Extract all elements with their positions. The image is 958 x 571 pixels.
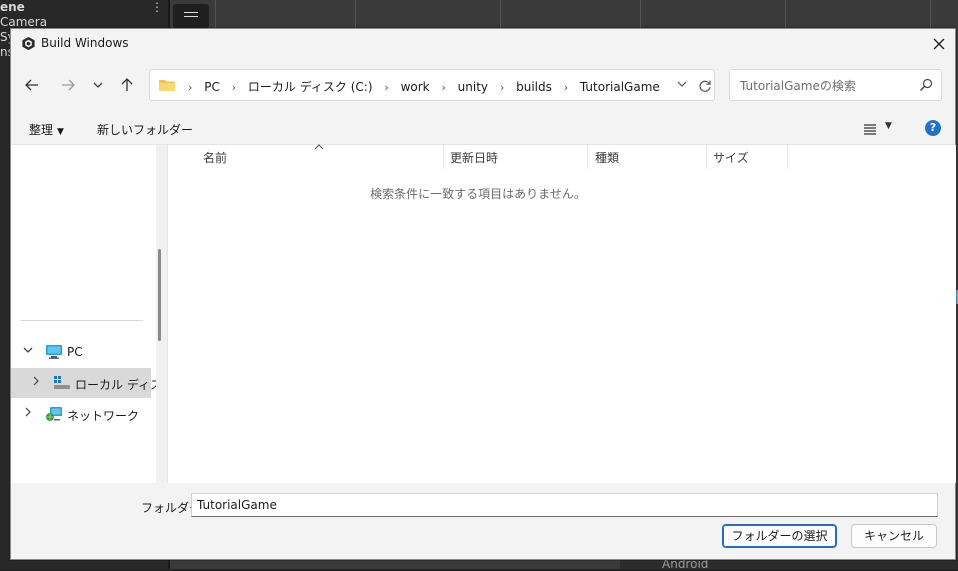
local-disk-icon: [54, 376, 70, 389]
back-button[interactable]: [19, 72, 45, 98]
breadcrumb-separator-icon[interactable]: ›: [441, 81, 445, 94]
column-header-size[interactable]: サイズ: [713, 149, 749, 166]
folder-icon: [159, 80, 175, 91]
address-history-button[interactable]: [676, 78, 690, 92]
caret-down-icon: ▼: [885, 121, 892, 131]
breadcrumb-item[interactable]: TutorialGame: [580, 80, 660, 94]
chevron-down-icon[interactable]: [21, 345, 35, 359]
dialog-footer: フォルダー: フォルダーの選択 キャンセル: [11, 483, 955, 559]
grid-line: [500, 0, 501, 30]
select-folder-button[interactable]: フォルダーの選択: [722, 524, 837, 548]
new-folder-button[interactable]: 新しいフォルダー: [97, 121, 193, 138]
chevron-down-icon: [93, 82, 103, 88]
help-icon[interactable]: ?: [925, 120, 941, 136]
panel-menu-icon[interactable]: ⋮: [151, 0, 163, 14]
breadcrumb-separator-icon[interactable]: ›: [564, 81, 568, 94]
nav-item-label: PC: [67, 345, 83, 359]
scene-tool-handle-icon[interactable]: [173, 4, 209, 28]
column-divider[interactable]: [443, 145, 444, 169]
column-header-modified[interactable]: 更新日時: [450, 149, 498, 166]
command-bar: 整理 ▼ 新しいフォルダー ▼ ?: [11, 113, 955, 145]
pc-icon: [46, 345, 62, 359]
grid-line: [355, 0, 356, 30]
network-icon: [46, 407, 62, 421]
organize-menu[interactable]: 整理 ▼: [29, 121, 64, 138]
arrow-right-icon: [62, 79, 75, 91]
divider: [21, 320, 143, 321]
breadcrumb-item[interactable]: work: [401, 80, 430, 94]
breadcrumb-separator-icon[interactable]: ›: [384, 81, 388, 94]
caret-down-icon: ▼: [57, 127, 64, 137]
scrollbar-thumb[interactable]: [158, 249, 161, 341]
title-bar[interactable]: Build Windows: [11, 29, 955, 58]
column-divider[interactable]: [787, 145, 788, 169]
nav-item-label: ネットワーク: [67, 409, 140, 423]
up-button[interactable]: [114, 72, 140, 98]
empty-message: 検索条件に一致する項目はありません。: [370, 187, 586, 201]
address-bar[interactable]: › PC › ローカル ディスク (C:) › work › unity › b…: [149, 69, 715, 101]
organize-label: 整理: [29, 123, 54, 137]
build-windows-dialog: Build Windows › PC › ローカル ディスク (C:) › wo…: [10, 28, 956, 560]
list-view-icon: [864, 124, 876, 135]
arrow-left-icon: [25, 79, 38, 91]
chevron-right-icon[interactable]: [29, 376, 43, 390]
navigation-bar: › PC › ローカル ディスク (C:) › work › unity › b…: [11, 58, 955, 113]
chevron-right-icon[interactable]: [21, 407, 35, 421]
close-icon: [933, 38, 945, 50]
cancel-button[interactable]: キャンセル: [851, 524, 937, 548]
folder-name-input[interactable]: [191, 493, 938, 517]
navigation-pane: PC ローカル ディスク ネットワーク: [11, 145, 174, 483]
sort-ascending-icon: [314, 143, 324, 154]
search-icon[interactable]: [919, 78, 933, 92]
column-divider[interactable]: [587, 145, 588, 169]
close-button[interactable]: [923, 29, 955, 58]
refresh-icon: [699, 80, 711, 92]
breadcrumb-separator-icon[interactable]: ›: [188, 81, 192, 94]
recent-locations-button[interactable]: [85, 72, 111, 98]
forward-button[interactable]: [55, 72, 81, 98]
arrow-up-icon: [121, 78, 133, 91]
grid-line: [785, 0, 786, 30]
column-header-type[interactable]: 種類: [595, 149, 619, 166]
nav-pane-scrollbar[interactable]: [158, 219, 161, 481]
search-box[interactable]: [729, 69, 942, 101]
breadcrumb-item[interactable]: builds: [516, 80, 552, 94]
hierarchy-item[interactable]: ene: [0, 0, 25, 15]
file-list[interactable]: 名前 更新日時 種類 サイズ 検索条件に一致する項目はありません。: [167, 143, 956, 483]
grid-line: [640, 0, 641, 30]
breadcrumb-separator-icon[interactable]: ›: [500, 81, 504, 94]
refresh-button[interactable]: [694, 75, 716, 97]
nav-item-local-disk[interactable]: ローカル ディスク: [11, 368, 174, 398]
breadcrumb: › PC › ローカル ディスク (C:) › work › unity › b…: [180, 78, 660, 95]
window-title: Build Windows: [41, 36, 129, 50]
column-header-name[interactable]: 名前: [203, 149, 227, 166]
change-view-button[interactable]: ▼: [861, 119, 897, 139]
breadcrumb-item[interactable]: unity: [458, 80, 488, 94]
breadcrumb-separator-icon[interactable]: ›: [232, 81, 236, 94]
grid-line: [215, 0, 216, 30]
nav-item-pc[interactable]: PC: [11, 337, 151, 367]
chevron-down-icon: [677, 81, 687, 87]
grid-line: [930, 0, 931, 30]
search-input[interactable]: [738, 76, 912, 96]
breadcrumb-item[interactable]: ローカル ディスク (C:): [248, 80, 373, 94]
unity-logo-icon: [22, 36, 35, 51]
breadcrumb-item[interactable]: PC: [204, 80, 220, 94]
nav-item-network[interactable]: ネットワーク: [11, 399, 151, 429]
column-divider[interactable]: [706, 145, 707, 169]
